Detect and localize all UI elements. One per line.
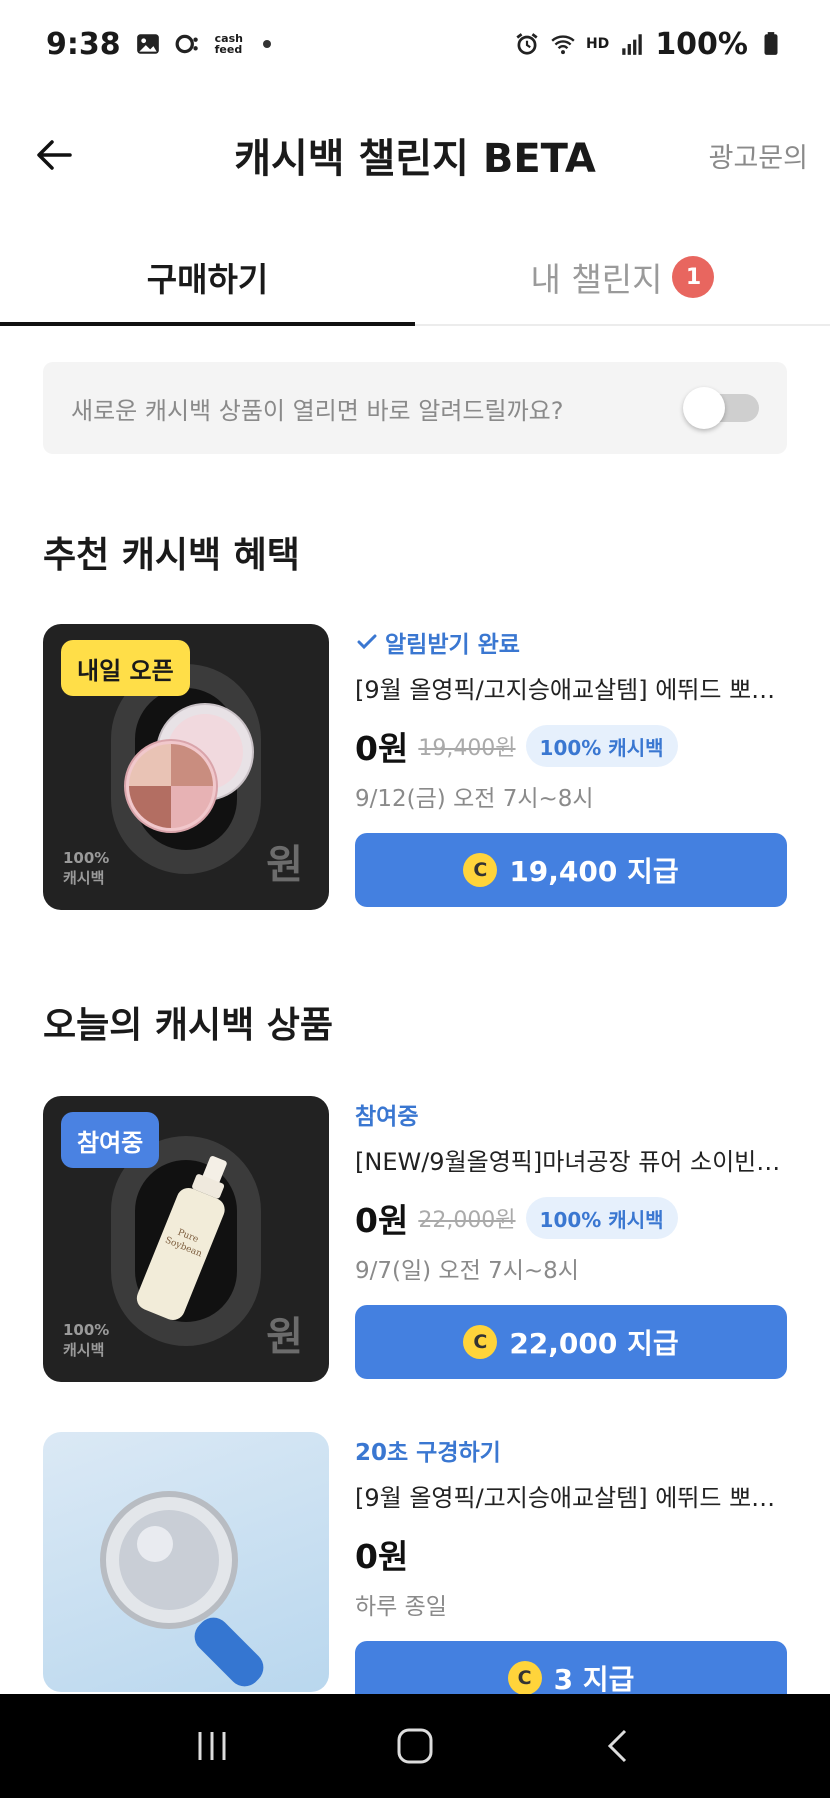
chevron-left-icon — [608, 1729, 627, 1763]
alert-text: 새로운 캐시백 상품이 열리면 바로 알려드릴까요? — [71, 396, 564, 425]
status-time: 9:38 — [46, 26, 121, 62]
back-arrow-icon — [37, 140, 72, 170]
thumbnail-cashback-label: 100% 캐시백 — [63, 849, 110, 887]
product-name: [NEW/9월올영픽]마녀공장 퓨어 소이빈… — [355, 1148, 781, 1176]
home-icon — [397, 1728, 433, 1764]
hd-voice-label: HD — [585, 36, 610, 52]
price-row: 0원 19,400원 100% 캐시백 — [355, 723, 787, 769]
system-nav-bar — [0, 1694, 830, 1798]
product-status: 20초 구경하기 — [355, 1432, 787, 1468]
battery-percent: 100% — [655, 26, 748, 62]
recent-apps-button[interactable] — [182, 1716, 242, 1776]
page-title: 캐시백 챌린지 BETA — [234, 136, 596, 182]
sale-price: 0원 — [355, 729, 409, 768]
cashback-tag: 100% 캐시백 — [525, 1197, 678, 1239]
ad-inquiry-link[interactable]: 광고문의 — [709, 136, 808, 175]
tab-purchase[interactable]: 구매하기 — [0, 230, 415, 326]
count-badge: 1 — [672, 256, 715, 298]
check-icon — [357, 634, 377, 650]
product-thumbnail: 내일 오픈 100% 캐시백 원 — [43, 624, 329, 910]
app-header: 캐시백 챌린지 BETA 광고문의 — [0, 110, 830, 200]
open-time: 9/12(금) 오전 7시~8시 — [355, 786, 594, 812]
coin-icon: C — [463, 1325, 498, 1359]
status-text: 알림받기 완료 — [385, 632, 520, 658]
gallery-icon — [136, 34, 159, 54]
thumbnail-cashback-label: 100% 캐시백 — [63, 1321, 110, 1359]
product-name: [9월 올영픽/고지승애교살템] 에뛰드 뽀… — [355, 676, 776, 704]
system-back-button[interactable] — [588, 1716, 648, 1776]
tab-label: 구매하기 — [146, 260, 269, 299]
magnifier-image-icon — [100, 1491, 264, 1687]
alert-toggle[interactable] — [683, 387, 759, 429]
status-text: 20초 구경하기 — [355, 1440, 501, 1466]
palette-image-icon — [124, 703, 254, 833]
status-bar: 9:38 cash feed HD 100% — [0, 0, 830, 88]
cashfeed-icon — [175, 34, 198, 54]
thumbnail-badge: 참여중 — [61, 1112, 160, 1168]
open-time: 9/7(일) 오전 7시~8시 — [355, 1258, 579, 1284]
pay-cashback-button[interactable]: C 19,400 지급 — [355, 833, 787, 907]
product-thumbnail — [43, 1432, 329, 1692]
original-price: 19,400원 — [418, 736, 516, 761]
sale-price: 0원 — [355, 1537, 409, 1576]
tab-my-challenge[interactable]: 내 챌린지 1 — [415, 230, 830, 324]
tab-label: 내 챌린지 — [530, 260, 663, 299]
product-status: 참여중 — [355, 1096, 787, 1132]
button-label: 22,000 지급 — [509, 1327, 679, 1360]
new-product-alert-bar: 새로운 캐시백 상품이 열리면 바로 알려드릴까요? — [43, 362, 787, 454]
product-status: 알림받기 완료 — [355, 624, 787, 660]
original-price: 22,000원 — [418, 1208, 516, 1233]
product-name: [9월 올영픽/고지승애교살템] 에뛰드 뽀… — [355, 1484, 776, 1512]
alarm-icon — [516, 33, 538, 55]
product-card[interactable]: Pure Soybean 참여중 100% 캐시백 원 참여중 [NEW/9월올영… — [43, 1096, 787, 1386]
back-button[interactable] — [30, 131, 78, 179]
thumbnail-badge: 내일 오픈 — [61, 640, 190, 696]
tab-bar: 구매하기 내 챌린지 1 — [0, 230, 830, 326]
sale-price: 0원 — [355, 1201, 409, 1240]
coin-icon: C — [507, 1661, 542, 1695]
button-label: 19,400 지급 — [509, 855, 679, 888]
toggle-knob — [683, 387, 725, 429]
thumbnail-won-label: 원 — [266, 1314, 303, 1360]
product-info: 참여중 [NEW/9월올영픽]마녀공장 퓨어 소이빈… 0원 22,000원 1… — [355, 1096, 787, 1379]
product-info: 알림받기 완료 [9월 올영픽/고지승애교살템] 에뛰드 뽀… 0원 19,40… — [355, 624, 787, 907]
cashfeed-label: cash feed — [214, 32, 243, 56]
section-title-recommended: 추천 캐시백 혜택 — [43, 535, 300, 576]
thumbnail-won-label: 원 — [266, 842, 303, 888]
cleanser-bottle-image-icon: Pure Soybean — [136, 1156, 227, 1320]
wifi-icon — [551, 35, 575, 55]
cashback-tag: 100% 캐시백 — [525, 725, 678, 767]
home-button[interactable] — [385, 1716, 445, 1776]
open-time: 하루 종일 — [355, 1594, 447, 1620]
battery-icon — [764, 32, 778, 55]
pay-cashback-button[interactable]: C 22,000 지급 — [355, 1305, 787, 1379]
recent-apps-icon — [198, 1732, 226, 1760]
product-card[interactable]: 내일 오픈 100% 캐시백 원 알림받기 완료 [9월 올영픽/고지승애교살템]… — [43, 624, 787, 914]
signal-icon — [622, 34, 643, 55]
price-row: 0원 — [355, 1531, 787, 1577]
button-label: 3 지급 — [553, 1663, 635, 1696]
product-thumbnail: Pure Soybean 참여중 100% 캐시백 원 — [43, 1096, 329, 1382]
notification-dot-icon — [262, 40, 271, 48]
product-card[interactable]: 20초 구경하기 [9월 올영픽/고지승애교살템] 에뛰드 뽀… 0원 하루 종… — [43, 1432, 787, 1722]
product-info: 20초 구경하기 [9월 올영픽/고지승애교살템] 에뛰드 뽀… 0원 하루 종… — [355, 1432, 787, 1715]
price-row: 0원 22,000원 100% 캐시백 — [355, 1195, 787, 1241]
section-title-today: 오늘의 캐시백 상품 — [43, 1005, 334, 1046]
status-text: 참여중 — [355, 1104, 419, 1130]
coin-icon: C — [463, 853, 498, 887]
